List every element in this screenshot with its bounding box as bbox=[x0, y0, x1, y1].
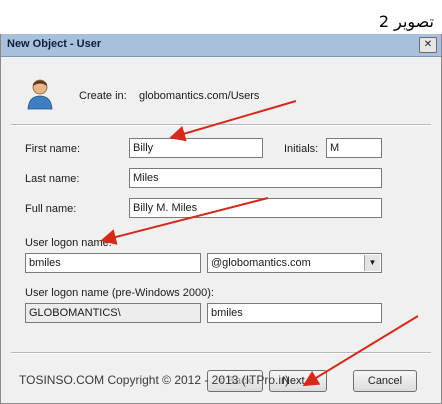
initials-value: M bbox=[330, 142, 340, 154]
initials-field[interactable]: M bbox=[326, 138, 382, 158]
initials-label: Initials: bbox=[284, 143, 319, 155]
pre2000-name-value: bmiles bbox=[211, 307, 243, 319]
last-name-field[interactable]: Miles bbox=[129, 168, 382, 188]
separator bbox=[11, 352, 431, 354]
full-name-field[interactable]: Billy M. Miles bbox=[129, 198, 382, 218]
close-icon: ✕ bbox=[423, 39, 433, 50]
last-name-label: Last name: bbox=[25, 173, 80, 185]
close-button[interactable]: ✕ bbox=[419, 37, 437, 53]
first-name-field[interactable]: Billy bbox=[129, 138, 263, 158]
pre2000-label: User logon name (pre-Windows 2000): bbox=[25, 287, 214, 299]
user-avatar-icon bbox=[27, 79, 53, 110]
logon-name-value: bmiles bbox=[29, 257, 61, 269]
first-name-value: Billy bbox=[133, 142, 154, 154]
pre2000-domain-field: GLOBOMANTICS\ bbox=[25, 303, 201, 323]
create-in-path: globomantics.com/Users bbox=[139, 90, 260, 102]
create-in-label: Create in: bbox=[79, 90, 127, 102]
last-name-value: Miles bbox=[133, 172, 159, 184]
separator bbox=[11, 124, 431, 126]
first-name-label: First name: bbox=[25, 143, 81, 155]
new-object-user-dialog: New Object - User ✕ Create in: globomant… bbox=[0, 34, 442, 404]
chevron-down-icon[interactable]: ▼ bbox=[364, 255, 380, 271]
domain-select[interactable]: @globomantics.com ▼ bbox=[207, 253, 382, 273]
domain-value: @globomantics.com bbox=[211, 257, 311, 269]
figure-caption: تصوير 2 bbox=[378, 12, 434, 31]
cancel-button[interactable]: Cancel bbox=[353, 370, 417, 392]
pre2000-domain-value: GLOBOMANTICS\ bbox=[29, 307, 121, 319]
pre2000-name-field[interactable]: bmiles bbox=[207, 303, 382, 323]
window-title: New Object - User bbox=[7, 38, 102, 50]
watermark-text: TOSINSO.COM Copyright © 2012 - 2013 (ITP… bbox=[19, 373, 290, 387]
title-bar: New Object - User ✕ bbox=[1, 34, 441, 57]
full-name-value: Billy M. Miles bbox=[133, 202, 198, 214]
logon-name-label: User logon name: bbox=[25, 237, 112, 249]
logon-name-field[interactable]: bmiles bbox=[25, 253, 201, 273]
full-name-label: Full name: bbox=[25, 203, 77, 215]
